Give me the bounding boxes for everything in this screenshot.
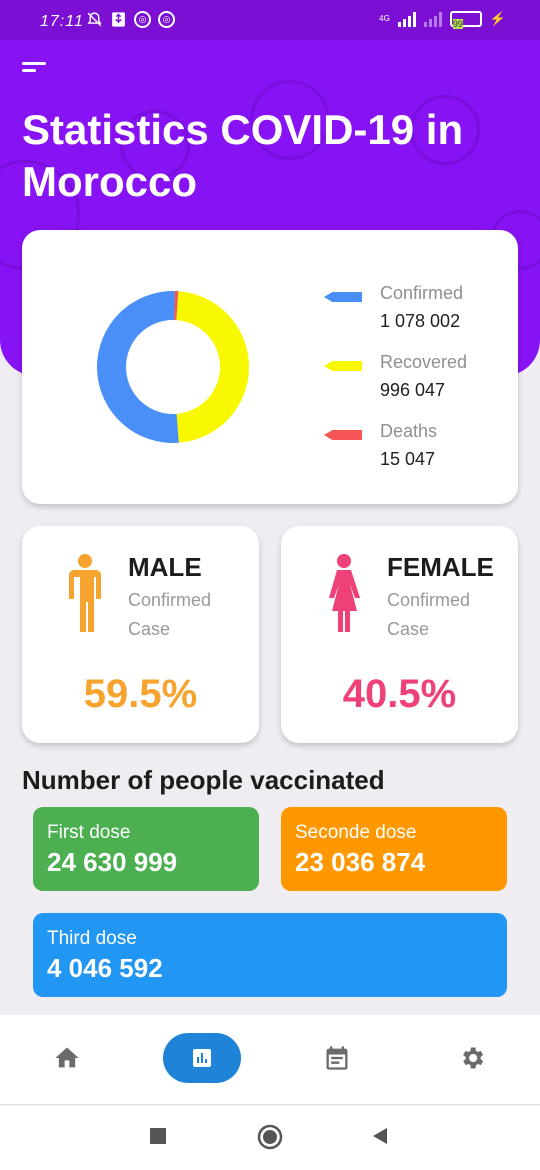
bottom-navigation <box>0 1015 540 1105</box>
second-dose-card: Seconde dose 23 036 874 <box>281 807 507 891</box>
male-person-icon <box>69 554 101 632</box>
dose-value: 23 036 874 <box>295 847 426 877</box>
male-card: MALE Confirmed Case 59.5% <box>22 526 259 743</box>
network-type: 4G <box>379 14 390 23</box>
dose-value: 24 630 999 <box>47 847 178 877</box>
dose-value: 4 046 592 <box>47 953 163 983</box>
vaccination-title: Number of people vaccinated <box>22 765 385 795</box>
gear-icon <box>463 1047 484 1069</box>
back-icon[interactable] <box>370 1126 390 1146</box>
legend-item-recovered: Recovered 996 047 <box>324 349 467 418</box>
first-dose-card: First dose 24 630 999 <box>33 807 259 891</box>
legend-label: Confirmed <box>380 283 464 303</box>
legend-value: 1 078 002 <box>380 311 461 331</box>
nav-settings[interactable] <box>433 1033 511 1083</box>
dose-label: Third dose <box>47 928 137 949</box>
signal-icon-2 <box>423 11 442 27</box>
chart-legend: Confirmed 1 078 002 Recovered 996 047 De… <box>324 280 467 487</box>
battery-level: 99 <box>452 19 463 29</box>
legend-value: 15 047 <box>380 449 436 469</box>
bar-chart-icon <box>193 1049 211 1067</box>
nav-home[interactable] <box>28 1033 106 1083</box>
home-icon <box>55 1047 79 1068</box>
gender-title: MALE <box>128 552 202 582</box>
notification-icons: ◎ ◎ <box>86 11 175 28</box>
page-title: Statistics COVID-19 in Morocco <box>22 106 464 205</box>
status-time: 17:11 <box>40 13 84 30</box>
female-card: FEMALE Confirmed Case 40.5% <box>281 526 518 743</box>
home-button-icon[interactable] <box>257 1124 283 1150</box>
male-percentage: 59.5% <box>83 672 198 716</box>
dose-label: Seconde dose <box>295 822 417 843</box>
charging-icon: ⚡ <box>489 11 506 26</box>
system-indicators: 4G 99 ⚡ <box>379 11 506 29</box>
gender-subtitle: Confirmed Case <box>128 590 212 639</box>
legend-item-deaths: Deaths 15 047 <box>324 418 467 487</box>
donut-slice-confirmed <box>97 291 179 443</box>
menu-icon[interactable] <box>22 62 46 76</box>
system-navigation-bar <box>0 1106 540 1170</box>
gender-title: FEMALE <box>387 552 494 582</box>
female-person-icon <box>329 554 360 632</box>
gender-subtitle: Confirmed Case <box>387 590 471 639</box>
signal-icon <box>397 11 416 27</box>
app-notification-icon-2: ◎ <box>158 11 175 28</box>
nav-statistics[interactable] <box>163 1033 241 1083</box>
legend-item-confirmed: Confirmed 1 078 002 <box>324 280 467 349</box>
nav-calendar[interactable] <box>298 1033 376 1083</box>
donut-chart <box>97 291 249 443</box>
female-percentage: 40.5% <box>342 672 457 716</box>
recovered-swatch <box>324 361 362 371</box>
calendar-icon <box>326 1046 348 1070</box>
battery-icon: 99 <box>449 11 482 29</box>
dose-label: First dose <box>47 822 131 843</box>
muted-bell-icon <box>86 11 103 28</box>
stats-card: Confirmed 1 078 002 Recovered 996 047 De… <box>22 230 518 504</box>
confirmed-swatch <box>324 292 362 302</box>
legend-label: Recovered <box>380 352 468 372</box>
third-dose-card: Third dose 4 046 592 <box>33 913 507 997</box>
donut-slice-recovered <box>176 291 249 443</box>
legend-label: Deaths <box>380 421 438 441</box>
deaths-swatch <box>324 430 362 440</box>
status-bar: 17:11 ◎ ◎ 4G 99 ⚡ <box>0 0 540 40</box>
recent-apps-icon[interactable] <box>148 1126 168 1146</box>
usb-icon <box>110 11 127 28</box>
app-notification-icon: ◎ <box>134 11 151 28</box>
legend-value: 996 047 <box>380 380 446 400</box>
